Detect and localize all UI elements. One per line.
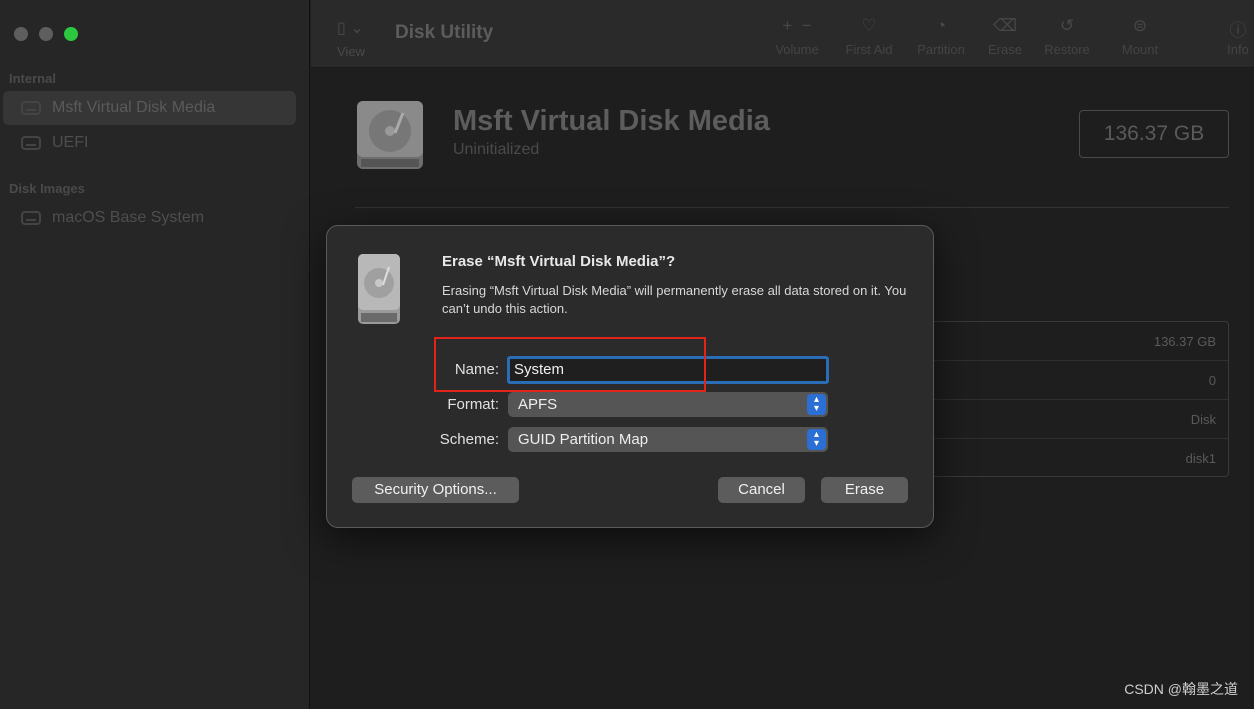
info-row: Disk: [932, 400, 1228, 439]
close-window-button[interactable]: [14, 27, 28, 41]
format-select[interactable]: APFS ▴ ▾: [508, 392, 828, 417]
disk-icon: [21, 211, 41, 225]
capacity-badge: 136.37 GB: [1079, 110, 1229, 158]
plus-minus-icon: + −: [782, 16, 812, 35]
first-aid-button[interactable]: ♡ First Aid: [839, 16, 899, 57]
divider: [355, 207, 1229, 208]
erase-toolbar-button[interactable]: ⌫ Erase: [983, 16, 1027, 57]
sidebar-item-label: macOS Base System: [52, 209, 205, 226]
cancel-button[interactable]: Cancel: [718, 477, 805, 503]
chevron-up-down-icon: ▴ ▾: [807, 394, 826, 415]
chevron-up-down-icon: ▴ ▾: [807, 429, 826, 450]
dialog-title: Erase “Msft Virtual Disk Media”?: [442, 253, 676, 270]
window-controls: [14, 27, 78, 41]
volume-button[interactable]: + − Volume: [769, 16, 825, 57]
sidebar-item-label: UEFI: [52, 134, 89, 151]
sidebar-item-msft-disk[interactable]: Msft Virtual Disk Media: [3, 91, 296, 125]
disk-icon: [21, 136, 41, 150]
erase-button[interactable]: Erase: [821, 477, 908, 503]
sidebar: Internal Msft Virtual Disk Media UEFI Di…: [0, 0, 310, 709]
format-value: APFS: [518, 396, 558, 413]
toolbar: ▯ ⌄ View Disk Utility + − Volume ♡ First…: [311, 0, 1254, 68]
first-aid-label: First Aid: [845, 42, 893, 57]
info-button[interactable]: ⓘ Info: [1223, 16, 1253, 57]
erase-dialog: Erase “Msft Virtual Disk Media”? Erasing…: [326, 225, 934, 528]
view-label: View: [337, 44, 365, 59]
disk-info-table: 136.37 GB 0 Disk disk1: [931, 321, 1229, 477]
stethoscope-icon: ♡: [861, 16, 877, 35]
window-title: Disk Utility: [395, 22, 494, 43]
highlight-annotation: [434, 337, 706, 392]
eraser-icon: ⌫: [992, 16, 1018, 35]
info-row: 136.37 GB: [932, 322, 1228, 361]
erase-label: Erase: [988, 42, 1022, 57]
sidebar-toggle-icon: ▯ ⌄: [337, 20, 364, 37]
disk-name: Msft Virtual Disk Media: [453, 105, 770, 137]
pie-chart-icon: ◔: [935, 16, 947, 35]
disk-status: Uninitialized: [453, 141, 540, 158]
restore-label: Restore: [1044, 42, 1090, 57]
volume-label: Volume: [775, 42, 819, 57]
disk-icon: [21, 101, 41, 115]
mount-icon: ⊜: [1132, 16, 1148, 35]
minimize-window-button[interactable]: [39, 27, 53, 41]
format-label: Format:: [447, 396, 499, 413]
partition-label: Partition: [917, 42, 965, 57]
restore-icon: ↺: [1059, 16, 1075, 35]
info-row: disk1: [1185, 451, 1216, 466]
partition-button[interactable]: ◔ Partition: [911, 16, 971, 57]
dialog-message: Erasing “Msft Virtual Disk Media” will p…: [442, 283, 907, 316]
sidebar-item-macos-base-system[interactable]: macOS Base System: [3, 201, 296, 235]
sidebar-item-uefi[interactable]: UEFI: [3, 126, 296, 160]
sidebar-section-disk-images: Disk Images: [9, 181, 85, 196]
scheme-label: Scheme:: [439, 431, 499, 448]
scheme-value: GUID Partition Map: [518, 431, 649, 448]
sidebar-section-internal: Internal: [9, 71, 56, 86]
view-button[interactable]: ▯ ⌄ View: [337, 18, 365, 59]
sidebar-item-label: Msft Virtual Disk Media: [52, 99, 216, 116]
restore-button[interactable]: ↺ Restore: [1039, 16, 1095, 57]
hard-disk-icon: [358, 254, 400, 324]
info-label: Info: [1227, 42, 1249, 57]
zoom-window-button[interactable]: [64, 27, 78, 41]
mount-button[interactable]: ⊜ Mount: [1116, 16, 1164, 57]
mount-label: Mount: [1121, 42, 1159, 57]
hard-disk-icon: [357, 101, 423, 169]
watermark: CSDN @翰墨之道: [1124, 681, 1238, 697]
scheme-select[interactable]: GUID Partition Map ▴ ▾: [508, 427, 828, 452]
info-row: 0: [932, 361, 1228, 400]
security-options-button[interactable]: Security Options...: [352, 477, 519, 503]
info-icon: ⓘ: [1229, 21, 1247, 40]
